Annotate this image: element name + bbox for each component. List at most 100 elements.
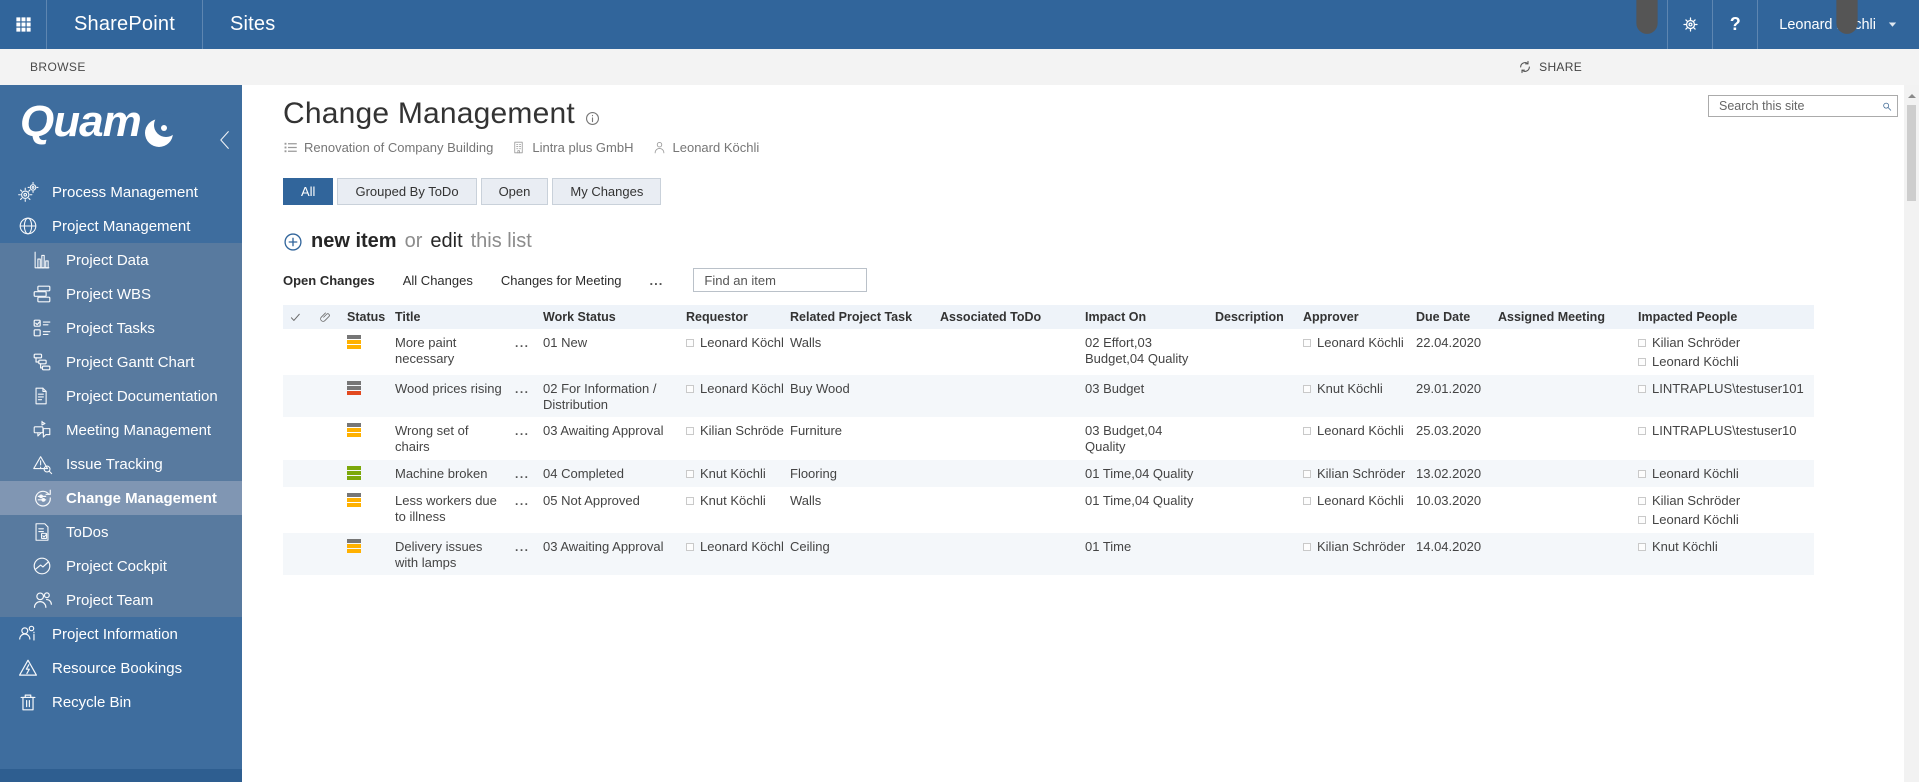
- cell-related_task: Flooring: [784, 460, 934, 488]
- column-header-related_task[interactable]: Related Project Task: [784, 305, 934, 329]
- app-launcher-button[interactable]: [0, 0, 47, 49]
- cell-attach: [313, 487, 341, 533]
- search-icon[interactable]: [1882, 99, 1892, 114]
- cell-dots[interactable]: ...: [509, 417, 537, 460]
- sidebar-collapse-button[interactable]: [215, 117, 235, 163]
- tab-all[interactable]: All: [283, 178, 334, 205]
- tab-my-changes[interactable]: My Changes: [552, 178, 662, 205]
- sidebar-item-todos[interactable]: ToDos: [0, 515, 242, 549]
- column-header-associated_todo[interactable]: Associated ToDo: [934, 305, 1079, 329]
- scroll-up-arrow[interactable]: [1907, 90, 1916, 98]
- item-menu-button[interactable]: ...: [515, 467, 530, 481]
- vertical-scrollbar[interactable]: [1904, 85, 1919, 782]
- table-row[interactable]: Wood prices rising... 02 For Information …: [283, 374, 1814, 418]
- cell-work_status: 02 For Information / Distribution: [537, 374, 680, 418]
- sidebar-item-process-management[interactable]: Process Management: [0, 175, 242, 209]
- sidebar-item-project-wbs[interactable]: Project WBS: [0, 277, 242, 311]
- table-row[interactable]: Wrong set of chairs... 03 Awaiting Approv…: [283, 417, 1814, 460]
- column-header-attach[interactable]: [313, 305, 341, 329]
- sites-link[interactable]: Sites: [203, 0, 302, 49]
- presence-indicator: [686, 496, 694, 505]
- column-header-assigned_meeting[interactable]: Assigned Meeting: [1492, 305, 1632, 329]
- cell-title: Less workers due to illness: [395, 493, 497, 524]
- cell-sel[interactable]: [283, 487, 313, 533]
- cell-sel[interactable]: [283, 460, 313, 488]
- cell-sel[interactable]: [283, 329, 313, 375]
- context-renovation-of-company-building[interactable]: Renovation of Company Building: [283, 140, 493, 155]
- sidebar-item-change-management[interactable]: Change Management: [0, 481, 242, 515]
- sidebar-item-project-tasks[interactable]: Project Tasks: [0, 311, 242, 345]
- cell-due_date: 14.04.2020: [1410, 532, 1492, 576]
- sidebar-item-meeting-management[interactable]: Meeting Management: [0, 413, 242, 447]
- sidebar-item-project-cockpit[interactable]: Project Cockpit: [0, 549, 242, 583]
- find-item-input[interactable]: [702, 271, 883, 289]
- context-lintra-plus-gmbh[interactable]: Lintra plus GmbH: [511, 140, 634, 155]
- cell-approver: Leonard Köchli: [1297, 487, 1410, 533]
- sidebar-item-project-documentation[interactable]: Project Documentation: [0, 379, 242, 413]
- cell-related_task: Walls: [790, 335, 822, 350]
- views-more-button[interactable]: ...: [650, 273, 664, 288]
- tab-grouped-by-todo[interactable]: Grouped By ToDo: [337, 178, 477, 205]
- tab-open[interactable]: Open: [480, 178, 549, 205]
- column-header-due_date[interactable]: Due Date: [1410, 305, 1492, 329]
- cell-dots[interactable]: ...: [509, 460, 537, 488]
- warning-icon: [17, 657, 39, 679]
- cell-requestor: Leonard Köchli: [680, 532, 784, 576]
- sidebar-item-project-team[interactable]: Project Team: [0, 583, 242, 617]
- view-all-changes[interactable]: All Changes: [403, 273, 473, 288]
- site-search-input[interactable]: [1717, 98, 1882, 114]
- column-header-impacted_people[interactable]: Impacted People: [1632, 305, 1814, 329]
- table-row[interactable]: Less workers due to illness... 05 Not App…: [283, 487, 1814, 533]
- cell-sel[interactable]: [283, 374, 313, 418]
- cell-sel[interactable]: [283, 532, 313, 576]
- cell-dots[interactable]: ...: [509, 532, 537, 576]
- cell-impact_on: 01 Time: [1079, 532, 1209, 576]
- column-header-dots[interactable]: [509, 305, 537, 329]
- context-leonard-k-chli[interactable]: Leonard Köchli: [652, 140, 759, 155]
- share-button[interactable]: SHARE: [1517, 59, 1582, 75]
- sharepoint-brand-link[interactable]: SharePoint: [47, 0, 203, 49]
- column-header-sel[interactable]: [283, 305, 313, 329]
- column-header-impact_on[interactable]: Impact On: [1079, 305, 1209, 329]
- cell-description: [1209, 329, 1297, 375]
- column-header-status[interactable]: Status: [341, 305, 389, 329]
- person-leonard-k-chli: Leonard Köchli: [1303, 423, 1404, 439]
- person-icon: [652, 140, 667, 155]
- cell-dots[interactable]: ...: [509, 374, 537, 418]
- sidebar-item-recycle-bin[interactable]: Recycle Bin: [0, 685, 242, 719]
- browse-tab[interactable]: BROWSE: [0, 60, 86, 74]
- sidebar-item-project-information[interactable]: Project Information: [0, 617, 242, 651]
- sidebar-item-project-data[interactable]: Project Data: [0, 243, 242, 277]
- column-header-description[interactable]: Description: [1209, 305, 1297, 329]
- new-item-link[interactable]: new item: [311, 230, 397, 253]
- sidebar-item-project-management[interactable]: Project Management: [0, 209, 242, 243]
- cell-sel[interactable]: [283, 417, 313, 460]
- item-menu-button[interactable]: ...: [515, 540, 530, 554]
- item-menu-button[interactable]: ...: [515, 424, 530, 438]
- column-header-work_status[interactable]: Work Status: [537, 305, 680, 329]
- sidebar-item-issue-tracking[interactable]: Issue Tracking: [0, 447, 242, 481]
- view-changes-for-meeting[interactable]: Changes for Meeting: [501, 273, 622, 288]
- column-header-approver[interactable]: Approver: [1297, 305, 1410, 329]
- table-row[interactable]: More paint necessary... 01 New Leonard Köc…: [283, 329, 1814, 375]
- view-open-changes[interactable]: Open Changes: [283, 273, 375, 288]
- sidebar-item-resource-bookings[interactable]: Resource Bookings: [0, 651, 242, 685]
- cell-status: [341, 329, 389, 375]
- cell-assigned_meeting: [1492, 374, 1632, 418]
- sidebar-item-project-gantt-chart[interactable]: Project Gantt Chart: [0, 345, 242, 379]
- item-menu-button[interactable]: ...: [515, 382, 530, 396]
- info-icon[interactable]: [585, 111, 600, 126]
- item-menu-button[interactable]: ...: [515, 336, 530, 350]
- scroll-thumb[interactable]: [1907, 105, 1916, 201]
- table-row[interactable]: Machine broken... 04 Completed Knut Köchli…: [283, 460, 1814, 488]
- edit-list-link[interactable]: edit: [430, 230, 462, 253]
- table-row[interactable]: Delivery issues with lamps... 03 Awaiting…: [283, 532, 1814, 576]
- plus-icon[interactable]: [283, 232, 303, 252]
- share-label: SHARE: [1539, 60, 1582, 74]
- cell-dots[interactable]: ...: [509, 329, 537, 375]
- item-menu-button[interactable]: ...: [515, 494, 530, 508]
- cell-dots[interactable]: ...: [509, 487, 537, 533]
- column-header-title[interactable]: Title: [389, 305, 509, 329]
- column-header-requestor[interactable]: Requestor: [680, 305, 784, 329]
- quam-logo[interactable]: Quam: [0, 85, 242, 147]
